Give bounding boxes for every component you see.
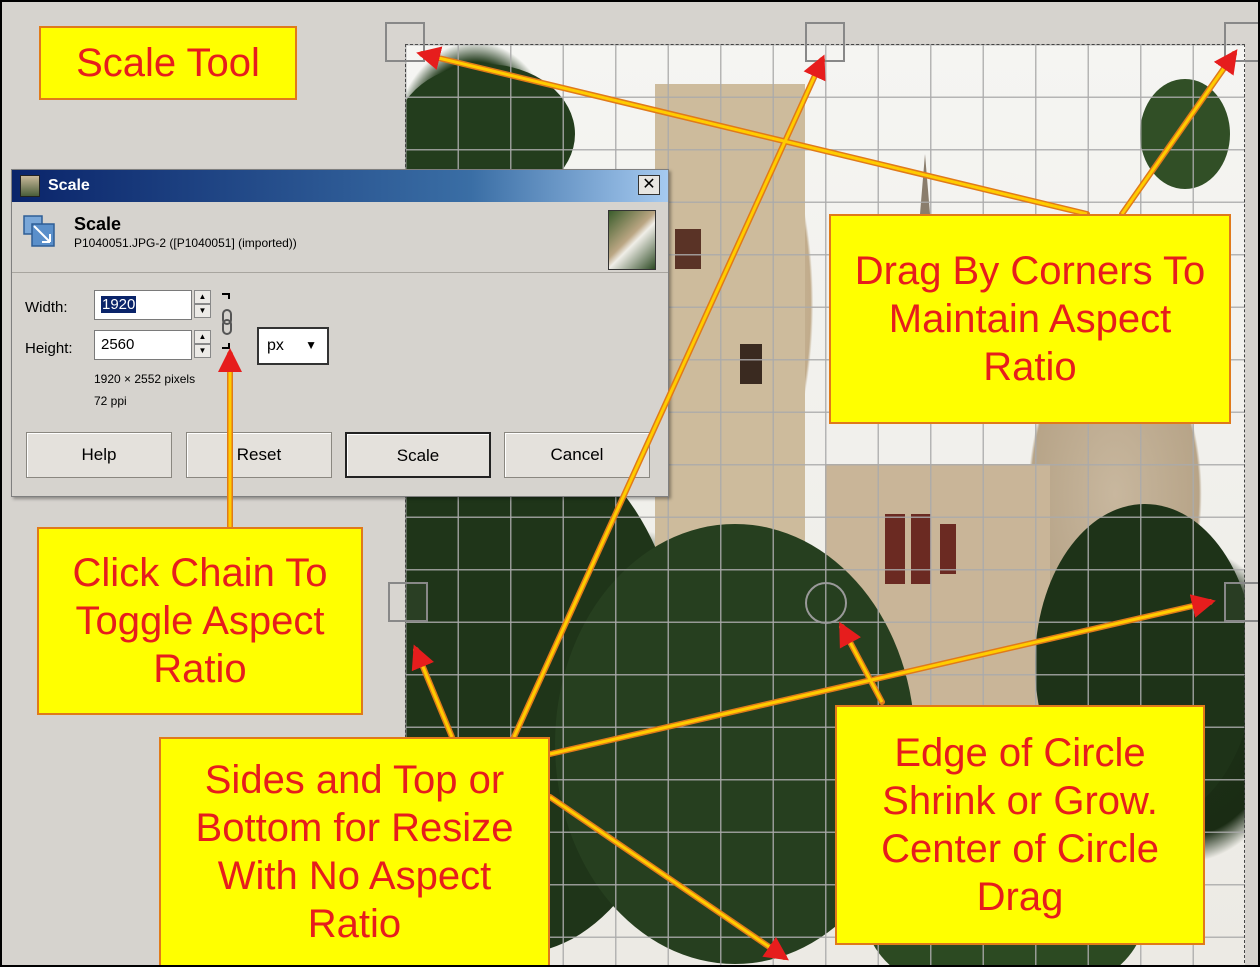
width-input[interactable]: 1920 (94, 290, 192, 320)
header-title: Scale (74, 214, 122, 234)
width-down-arrow-icon[interactable]: ▼ (194, 304, 211, 318)
side-handle-right[interactable] (1224, 582, 1258, 622)
callout-click-chain: Click Chain To Toggle Aspect Ratio (37, 527, 363, 715)
dialog-titlebar[interactable]: Scale ✕ (12, 170, 668, 202)
height-down-arrow-icon[interactable]: ▼ (194, 344, 211, 358)
height-value: 2560 (101, 336, 135, 353)
width-label: Width: (25, 299, 68, 316)
width-up-arrow-icon[interactable]: ▲ (194, 290, 211, 304)
screenshot-frame: Scale ✕ Scale P1040051.JPG-2 ([P1040051]… (0, 0, 1260, 967)
chain-link-icon[interactable] (220, 292, 234, 350)
reset-button[interactable]: Reset (186, 432, 332, 478)
header-subtitle: P1040051.JPG-2 ([P1040051] (imported)) (74, 236, 297, 250)
unit-value: px (267, 337, 284, 354)
dropdown-arrow-icon: ▼ (305, 338, 317, 352)
dialog-header: Scale P1040051.JPG-2 ([P1040051] (import… (12, 202, 668, 273)
width-spinner[interactable]: ▲ ▼ (194, 290, 211, 320)
height-input[interactable]: 2560 (94, 330, 192, 360)
resolution-text: 72 ppi (94, 394, 127, 408)
scale-tool-icon (23, 215, 55, 247)
callout-scale-tool: Scale Tool (39, 26, 297, 100)
center-circle-handle[interactable] (805, 582, 847, 624)
corner-handle-top-left[interactable] (385, 22, 425, 62)
height-spinner[interactable]: ▲ ▼ (194, 330, 211, 360)
corner-handle-top-right[interactable] (1224, 22, 1258, 62)
help-button[interactable]: Help (26, 432, 172, 478)
height-up-arrow-icon[interactable]: ▲ (194, 330, 211, 344)
pixel-dimensions: 1920 × 2552 pixels (94, 372, 196, 386)
callout-drag-corners: Drag By Corners To Maintain Aspect Ratio (829, 214, 1231, 424)
callout-sides-top-bottom: Sides and Top or Bottom for Resize With … (159, 737, 550, 965)
close-button[interactable]: ✕ (638, 175, 660, 195)
dialog-title: Scale (48, 177, 90, 194)
width-value: 1920 (101, 296, 137, 313)
gimp-app-icon (20, 175, 40, 197)
callout-edge-of-circle: Edge of Circle Shrink or Grow. Center of… (835, 705, 1205, 945)
height-label: Height: (25, 340, 73, 357)
side-handle-left[interactable] (388, 582, 428, 622)
unit-select[interactable]: px ▼ (257, 327, 329, 365)
cancel-button[interactable]: Cancel (504, 432, 650, 478)
scale-button[interactable]: Scale (345, 432, 491, 478)
side-handle-top[interactable] (805, 22, 845, 62)
image-thumbnail (608, 210, 656, 270)
